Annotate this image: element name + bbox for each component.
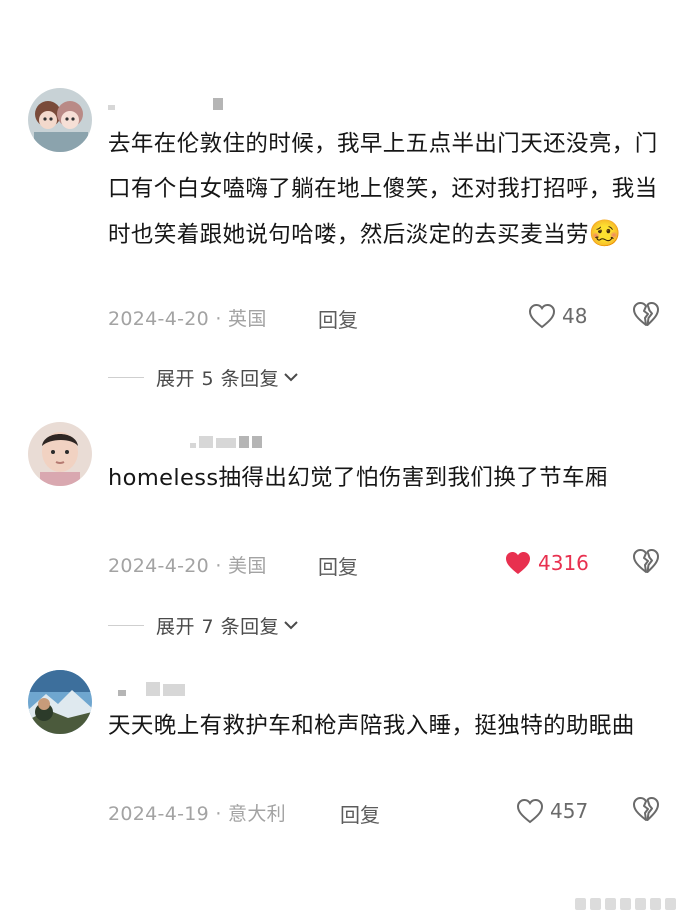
broken-heart-icon[interactable] xyxy=(632,301,660,327)
date-location: 2024-4-20 · 美国 xyxy=(108,555,267,577)
chevron-down-icon xyxy=(284,373,298,382)
username-blurred[interactable] xyxy=(108,96,223,110)
dizzy-face-emoji-icon: 🥴 xyxy=(588,219,622,249)
avatar-anime-image xyxy=(28,88,92,152)
date-location: 2024-4-19 · 意大利 xyxy=(108,803,286,825)
avatar[interactable] xyxy=(28,422,92,486)
heart-outline-icon xyxy=(528,303,556,329)
username-blurred[interactable] xyxy=(190,434,262,448)
comment-text: homeless抽得出幻觉了怕伤害到我们换了节车厢 xyxy=(108,465,608,491)
broken-heart-icon[interactable] xyxy=(632,796,660,822)
avatar-landscape-image xyxy=(28,670,92,734)
reply-button[interactable]: 回复 xyxy=(340,799,380,828)
reply-button[interactable]: 回复 xyxy=(318,304,358,333)
comment-text-content: 去年在伦敦住的时候，我早上五点半出门天还没亮，门口有个白女嗑嗨了躺在地上傻笑，还… xyxy=(108,131,658,248)
expand-replies-button[interactable]: 展开 5 条回复 xyxy=(108,362,299,392)
comment-meta: 2024-4-20 · 英国 回复 48 xyxy=(108,298,668,334)
date-location: 2024-4-20 · 英国 xyxy=(108,308,267,330)
reply-button[interactable]: 回复 xyxy=(318,551,358,580)
like-count: 4316 xyxy=(538,551,589,575)
avatar[interactable] xyxy=(28,670,92,734)
comment-text: 去年在伦敦住的时候，我早上五点半出门天还没亮，门口有个白女嗑嗨了躺在地上傻笑，还… xyxy=(108,122,668,258)
expand-replies-label: 展开 5 条回复 xyxy=(156,367,280,390)
divider-line xyxy=(108,376,144,378)
comment-meta: 2024-4-20 · 美国 回复 4316 xyxy=(108,545,668,581)
watermark-blurred xyxy=(575,898,676,910)
comment-meta: 2024-4-19 · 意大利 回复 457 xyxy=(108,793,668,829)
heart-filled-icon xyxy=(506,552,530,574)
like-button[interactable]: 457 xyxy=(516,793,588,829)
chevron-down-icon xyxy=(284,621,298,630)
username-blurred[interactable] xyxy=(118,682,185,696)
expand-replies-button[interactable]: 展开 7 条回复 xyxy=(108,610,299,640)
broken-heart-icon[interactable] xyxy=(632,548,660,574)
divider-line xyxy=(108,624,144,626)
avatar[interactable] xyxy=(28,88,92,152)
avatar-baby-image xyxy=(28,422,92,486)
heart-outline-icon xyxy=(516,798,544,824)
like-button[interactable]: 48 xyxy=(528,298,587,334)
like-button[interactable]: 4316 xyxy=(504,545,589,581)
expand-replies-label: 展开 7 条回复 xyxy=(156,615,280,638)
comment-text: 天天晚上有救护车和枪声陪我入睡，挺独特的助眠曲 xyxy=(108,713,635,739)
like-count: 457 xyxy=(550,799,589,823)
like-count: 48 xyxy=(562,304,588,328)
